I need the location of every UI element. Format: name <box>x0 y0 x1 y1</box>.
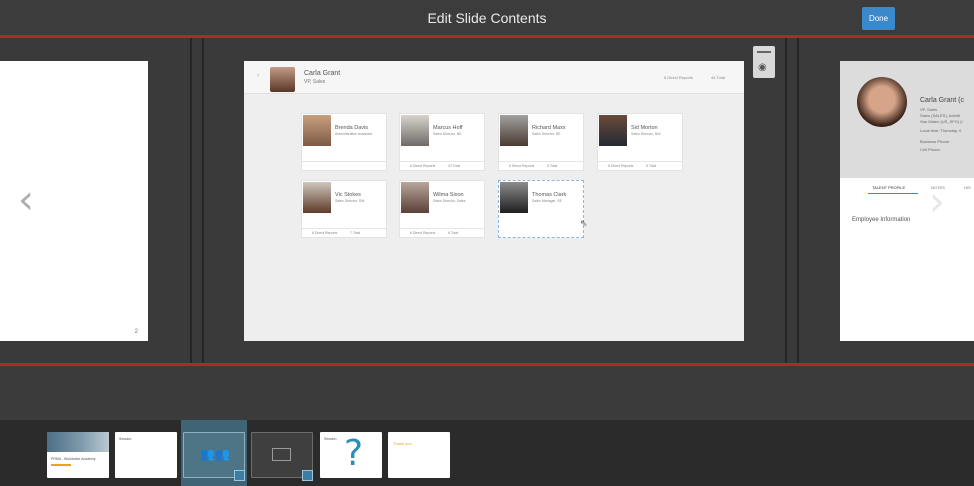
slide-page-number: 2 <box>134 329 138 335</box>
employee-name: Marcus Hoff <box>433 125 463 131</box>
employee-photo <box>599 115 627 146</box>
employee-role: Sales Director, SW <box>335 199 365 203</box>
chevron-right-icon[interactable]: › <box>929 182 945 222</box>
divider-left-2 <box>202 38 204 364</box>
employee-card[interactable]: Sid Morton Sales Director, NW 6 Direct R… <box>597 113 683 171</box>
card-total: 7 Total <box>350 231 361 235</box>
employee-card[interactable]: Richard Maxx Sales Director, SE 6 Direct… <box>498 113 584 171</box>
divider-left-1 <box>190 38 192 364</box>
divider-right-1 <box>785 38 787 364</box>
card-direct-reports: 6 Direct Reports <box>410 164 436 168</box>
profile-name: Carla Grant (c <box>920 97 964 104</box>
profile-line: Business Phone: <box>920 139 951 144</box>
employee-photo <box>303 182 331 213</box>
tab-talent-profile[interactable]: TALENT PROFILE <box>872 185 905 190</box>
page-title: Edit Slide Contents <box>427 10 547 26</box>
direct-reports-count: 6 Direct Reports <box>664 75 693 80</box>
card-total: 5 Total <box>646 164 657 168</box>
employee-card[interactable]: Marcus Hoff Sales Director, NE 6 Direct … <box>399 113 485 171</box>
thank-you-text: Thank you <box>393 441 412 446</box>
employee-name: Brenda Davis <box>335 125 369 131</box>
card-footer: 6 Direct Reports 5 Total <box>598 161 682 170</box>
card-total: 22 Total <box>448 164 461 168</box>
bottom-guide-line <box>0 363 974 366</box>
employee-information-heading: Employee Information <box>852 217 911 223</box>
employee-role: Sales Director, SE <box>532 132 561 136</box>
employee-role: Administrative Assistant <box>335 132 372 136</box>
employee-photo <box>500 182 528 213</box>
current-slide[interactable]: ‹ Carla Grant VP, Sales 6 Direct Reports… <box>244 61 744 341</box>
profile-header: Carla Grant (c VP, Sales Sales (SALES), … <box>840 61 974 178</box>
profile-line: Local time: Thursday, 0 <box>920 128 962 133</box>
employee-name: Wilma Sixon <box>433 192 464 198</box>
total-count: 44 Total <box>711 75 725 80</box>
top-bar: Edit Slide Contents Done <box>0 0 974 36</box>
card-direct-reports: 6 Direct Reports <box>312 231 338 235</box>
employee-photo <box>401 115 429 146</box>
card-direct-reports: 6 Direct Reports <box>509 164 535 168</box>
card-footer: 6 Direct Reports 22 Total <box>400 161 484 170</box>
slide-thumbnail-1[interactable]: PRMA - Worldwide Academy <box>47 432 109 478</box>
profile-line: Cell Phone: <box>920 147 941 152</box>
thumbnail-title: Session <box>119 437 132 441</box>
employee-card[interactable]: Brenda Davis Administrative Assistant <box>301 113 387 171</box>
question-mark-icon: ? <box>344 433 364 474</box>
org-chart-header: ‹ Carla Grant VP, Sales 6 Direct Reports… <box>244 61 744 94</box>
tab-history[interactable]: HIS <box>964 185 971 190</box>
chevron-left-icon[interactable]: ‹ <box>18 180 34 220</box>
thumbnail-accent-bar <box>51 464 71 466</box>
eye-icon: ◉ <box>758 62 767 73</box>
divider-right-2 <box>797 38 799 364</box>
employee-role: Sales Manager, SE <box>532 199 562 203</box>
employee-name: Sid Morton <box>631 125 658 131</box>
card-direct-reports: 6 Direct Reports <box>410 231 436 235</box>
manager-role: VP, Sales <box>304 79 326 85</box>
employee-card[interactable]: Wilma Sixon Sales Director, Sales 6 Dire… <box>399 180 485 238</box>
profile-card-icon <box>272 448 291 461</box>
profile-avatar <box>857 77 907 127</box>
profile-line: San Mateo (US_SFO) (i <box>920 119 963 124</box>
employee-role: Sales Director, NE <box>433 132 462 136</box>
manager-name: Carla Grant <box>304 70 341 77</box>
edit-badge-icon[interactable] <box>234 470 245 481</box>
mouse-cursor-icon: ⇖ <box>580 219 588 229</box>
org-chart-people-icon: 👥👥 <box>200 447 230 461</box>
card-footer: 6 Direct Reports 5 Total <box>499 161 583 170</box>
active-tab-indicator <box>868 193 918 194</box>
employee-name: Vic Stokes <box>335 192 361 198</box>
employee-card[interactable]: Vic Stokes Sales Director, SW 6 Direct R… <box>301 180 387 238</box>
slide-thumbnail-6[interactable] <box>388 432 450 478</box>
preview-toggle-button[interactable]: ◉ <box>753 46 775 78</box>
slide-thumbnail-2[interactable]: Session <box>115 432 177 478</box>
card-footer: 6 Direct Reports 6 Total <box>400 228 484 237</box>
done-button[interactable]: Done <box>862 7 895 30</box>
thumbnail-title: Session <box>324 437 337 441</box>
employee-name: Richard Maxx <box>532 125 566 131</box>
employee-name: Thomas Clark <box>532 192 567 198</box>
profile-line: VP, Sales <box>920 107 938 112</box>
card-total: 5 Total <box>547 164 558 168</box>
edit-badge-icon[interactable] <box>302 470 313 481</box>
employee-role: Sales Director, NW <box>631 132 661 136</box>
next-slide[interactable]: Carla Grant (c VP, Sales Sales (SALES), … <box>840 61 974 341</box>
back-chevron-icon[interactable]: ‹ <box>257 73 259 79</box>
drag-handle-icon <box>757 51 771 53</box>
employee-card-selected[interactable]: Thomas Clark Sales Manager, SE <box>498 180 584 238</box>
card-footer: 6 Direct Reports 7 Total <box>302 228 386 237</box>
card-footer <box>302 161 386 170</box>
manager-avatar <box>270 67 295 92</box>
card-direct-reports: 6 Direct Reports <box>608 164 634 168</box>
card-total: 6 Total <box>448 231 459 235</box>
thumbnail-image <box>47 432 109 452</box>
profile-line: Sales (SALES), Activiti <box>920 113 961 118</box>
thumbnail-title: PRMA - Worldwide Academy <box>51 457 96 461</box>
employee-photo <box>401 182 429 213</box>
employee-role: Sales Director, Sales <box>433 199 466 203</box>
employee-photo <box>500 115 528 146</box>
employee-photo <box>303 115 331 146</box>
